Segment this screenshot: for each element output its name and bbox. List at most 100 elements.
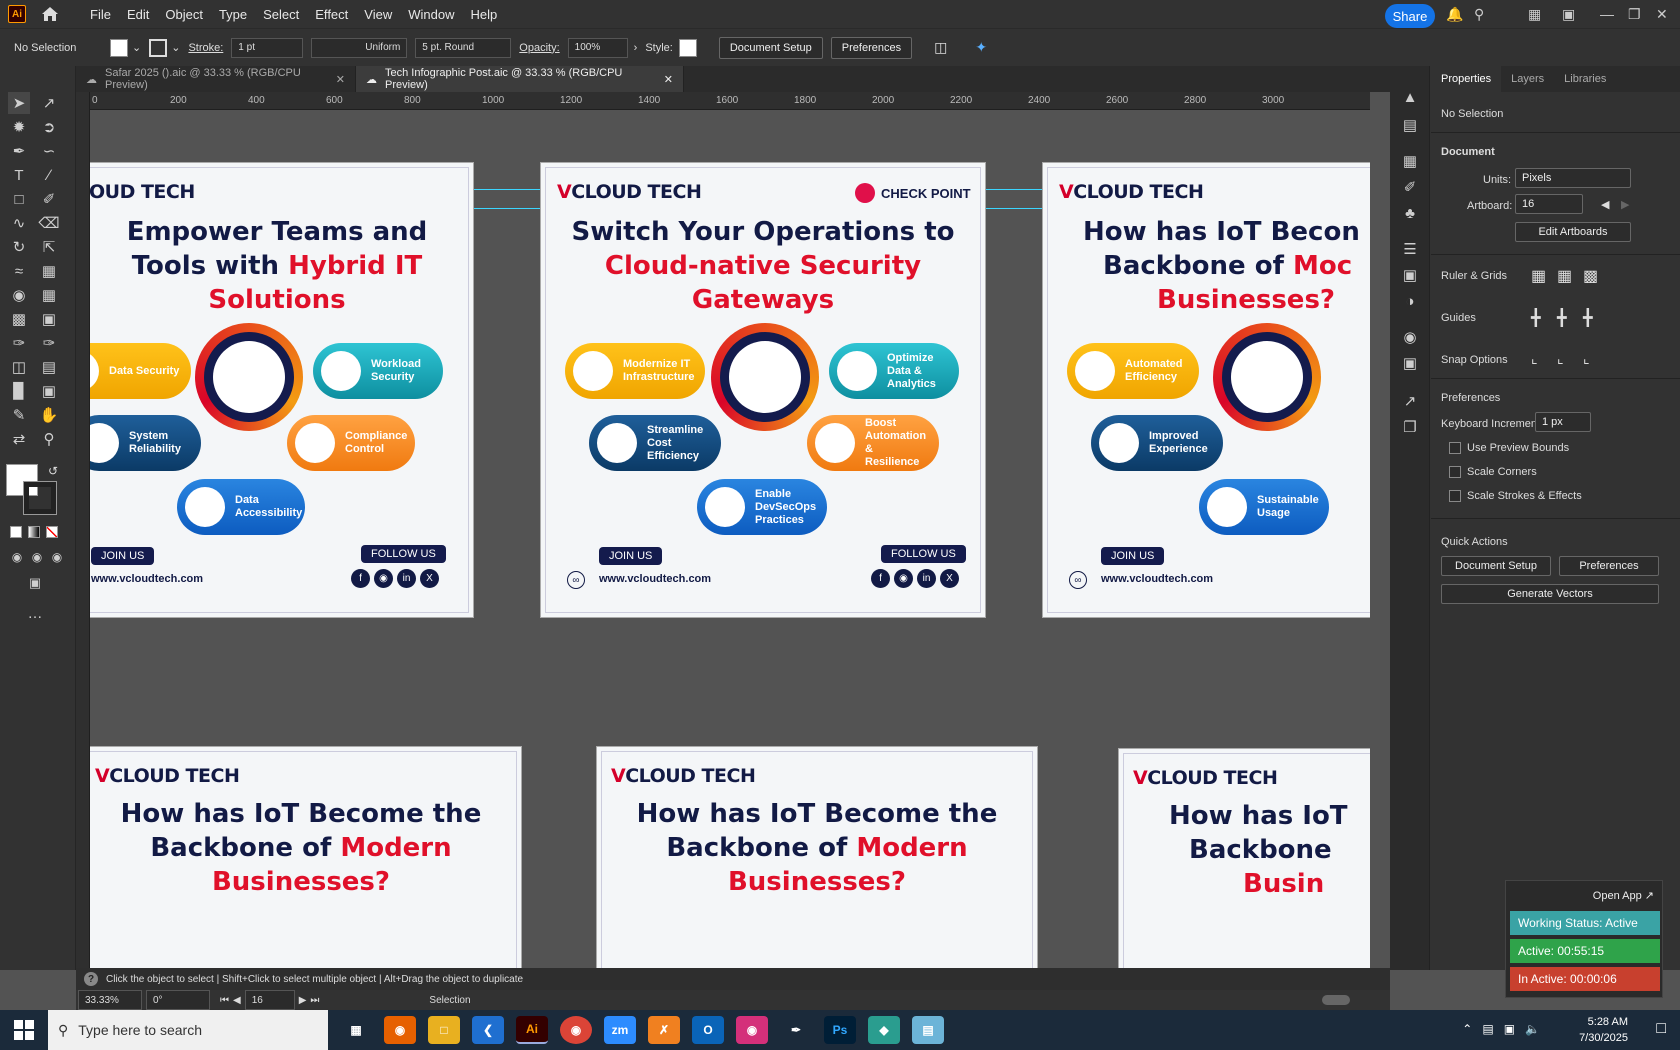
eraser-icon[interactable]: ⌫	[38, 212, 60, 234]
rotate-view-icon[interactable]: ⇄	[8, 428, 30, 450]
scale-strokes-checkbox[interactable]	[1449, 490, 1461, 502]
selection-tool-icon[interactable]: ➤	[8, 92, 30, 114]
pen-tool-icon[interactable]: ✒	[8, 140, 30, 162]
artboard-tool-icon[interactable]: ▣	[38, 380, 60, 402]
document-setup-button[interactable]: Document Setup	[718, 36, 823, 59]
system-clock[interactable]: 5:28 AM 7/30/2025	[1579, 1014, 1628, 1046]
fill-swatch[interactable]	[110, 38, 128, 57]
hand-tool-icon[interactable]: ✋	[38, 404, 60, 426]
curvature-tool-icon[interactable]: ∽	[38, 140, 60, 162]
gradient-mode-icon[interactable]	[28, 526, 40, 538]
menu-file[interactable]: File	[82, 7, 119, 22]
network-icon[interactable]: ▤	[1482, 1022, 1493, 1036]
stroke-panel-icon[interactable]: ☰	[1399, 238, 1421, 260]
warp-tool-icon[interactable]: ≈	[8, 260, 30, 282]
appearance-icon[interactable]: ◉	[1399, 326, 1421, 348]
creative-cloud-icon[interactable]: ◉	[736, 1016, 768, 1044]
smart-guides-icon[interactable]: ╋	[1583, 308, 1593, 328]
windows-start-icon[interactable]	[14, 1020, 34, 1040]
zoom-tool-icon[interactable]: ⚲	[38, 428, 60, 450]
artboard-navigator[interactable]: 16	[244, 990, 295, 1010]
menu-type[interactable]: Type	[211, 7, 255, 22]
document-info-icon[interactable]: ▤	[1399, 114, 1421, 136]
opacity-label[interactable]: Opacity:	[519, 42, 559, 54]
notes-app-icon[interactable]: ▤	[912, 1016, 944, 1044]
transparency-grid-icon[interactable]: ▩	[1583, 266, 1598, 286]
snap-to-grid-icon[interactable]: ⌞	[1557, 350, 1564, 367]
chevron-up-icon[interactable]: ⌃	[1462, 1022, 1472, 1036]
paintbrush-icon[interactable]: ✐	[38, 188, 60, 210]
restore-icon[interactable]: ❐	[1628, 6, 1641, 23]
recolor-icon[interactable]: ✦	[975, 39, 987, 56]
none-mode-icon[interactable]	[46, 526, 58, 538]
style-swatch[interactable]	[678, 38, 697, 57]
minimize-icon[interactable]: —	[1600, 6, 1614, 22]
gradient-panel-icon[interactable]: ▣	[1399, 264, 1421, 286]
menu-view[interactable]: View	[356, 7, 400, 22]
draw-inside-icon[interactable]: ◉	[46, 546, 68, 568]
next-artboard-icon[interactable]: ▶	[1621, 198, 1629, 211]
generate-vectors-button[interactable]: Generate Vectors	[1441, 584, 1659, 604]
artboard-hybrid-it[interactable]: OUD TECH Empower Teams and Tools with Hy…	[90, 162, 474, 618]
artboard-iot-b2[interactable]: VCLOUD TECH How has IoT Become the Backb…	[596, 746, 1038, 968]
volume-icon[interactable]: 🔈	[1525, 1022, 1540, 1036]
artboard-cloud-security[interactable]: VCLOUD TECH CHECK POINT Switch Your Oper…	[540, 162, 986, 618]
preferences-button[interactable]: Preferences	[830, 36, 913, 59]
lasso-icon[interactable]: ➲	[38, 116, 60, 138]
close-tab-icon[interactable]: ✕	[336, 73, 345, 86]
export-icon[interactable]: ↗	[1399, 390, 1421, 412]
symbols-icon[interactable]: ♣	[1399, 202, 1421, 224]
scale-corners-checkbox[interactable]	[1449, 466, 1461, 478]
keyboard-increment-field[interactable]: 1 px	[1535, 412, 1591, 432]
mesh-tool-icon[interactable]: ▩	[8, 308, 30, 330]
notifications-icon[interactable]: □	[1656, 1020, 1666, 1038]
firefox-icon[interactable]: ◉	[384, 1016, 416, 1044]
gradient-tool-icon[interactable]: ▣	[38, 308, 60, 330]
outlook-icon[interactable]: O	[692, 1016, 724, 1044]
draw-normal-icon[interactable]: ◉	[6, 546, 28, 568]
align-icon[interactable]: ◫	[934, 39, 947, 56]
tab-properties[interactable]: Properties	[1431, 66, 1502, 92]
next-artboard-icon[interactable]: ▶	[299, 995, 307, 1006]
arrange-documents-icon[interactable]: ▦	[1528, 6, 1541, 23]
units-dropdown[interactable]: Pixels	[1515, 168, 1631, 188]
rotate-tool-icon[interactable]: ↻	[8, 236, 30, 258]
file-explorer-icon[interactable]: □	[428, 1016, 460, 1044]
menu-select[interactable]: Select	[255, 7, 307, 22]
share-button[interactable]: Share	[1385, 4, 1435, 28]
artboard-dropdown[interactable]: 16	[1515, 194, 1583, 214]
color-mode-icon[interactable]	[10, 526, 22, 538]
menu-object[interactable]: Object	[157, 7, 211, 22]
document-setup-button[interactable]: Document Setup	[1441, 556, 1551, 576]
stroke-color-icon[interactable]	[23, 481, 57, 515]
variable-width-profile[interactable]: Uniform	[311, 37, 408, 58]
photoshop-icon[interactable]: Ps	[824, 1016, 856, 1044]
last-artboard-icon[interactable]: ⏭	[310, 995, 319, 1006]
grid-icon[interactable]: ▦	[1557, 266, 1572, 286]
rectangle-tool-icon[interactable]: □	[8, 188, 30, 210]
rulers-icon[interactable]: ▦	[1531, 266, 1546, 286]
app-diamond-icon[interactable]: ◆	[868, 1016, 900, 1044]
horizontal-scrollbar[interactable]	[1322, 995, 1350, 1005]
artboard-iot-b3[interactable]: VCLOUD TECH How has IoT Backbone Busin	[1118, 748, 1370, 968]
menu-edit[interactable]: Edit	[119, 7, 157, 22]
open-app-link[interactable]: Open App ↗	[1593, 889, 1654, 902]
xampp-icon[interactable]: ✗	[648, 1016, 680, 1044]
display-icon[interactable]: ▣	[1504, 1022, 1515, 1036]
scale-tool-icon[interactable]: ⇱	[38, 236, 60, 258]
lock-guides-icon[interactable]: ╋	[1557, 308, 1567, 328]
shaper-tool-icon[interactable]: ∿	[8, 212, 30, 234]
opacity-field[interactable]: 100%	[567, 37, 628, 58]
previous-artboard-icon[interactable]: ◀	[233, 995, 241, 1006]
graph-tool-icon[interactable]: ▉	[8, 380, 30, 402]
magic-wand-icon[interactable]: ✹	[8, 116, 30, 138]
home-icon[interactable]	[40, 4, 60, 24]
zoom-icon[interactable]: zm	[604, 1016, 636, 1044]
blend-tool-icon[interactable]: ◫	[8, 356, 30, 378]
snap-to-point-icon[interactable]: ⌞	[1531, 350, 1538, 367]
stroke-swatch[interactable]	[149, 38, 168, 57]
chevron-down-icon[interactable]: ⌄	[171, 41, 180, 54]
tab-libraries[interactable]: Libraries	[1554, 66, 1616, 92]
edit-artboards-button[interactable]: Edit Artboards	[1515, 222, 1631, 242]
perspective-grid-icon[interactable]: ▦	[38, 284, 60, 306]
